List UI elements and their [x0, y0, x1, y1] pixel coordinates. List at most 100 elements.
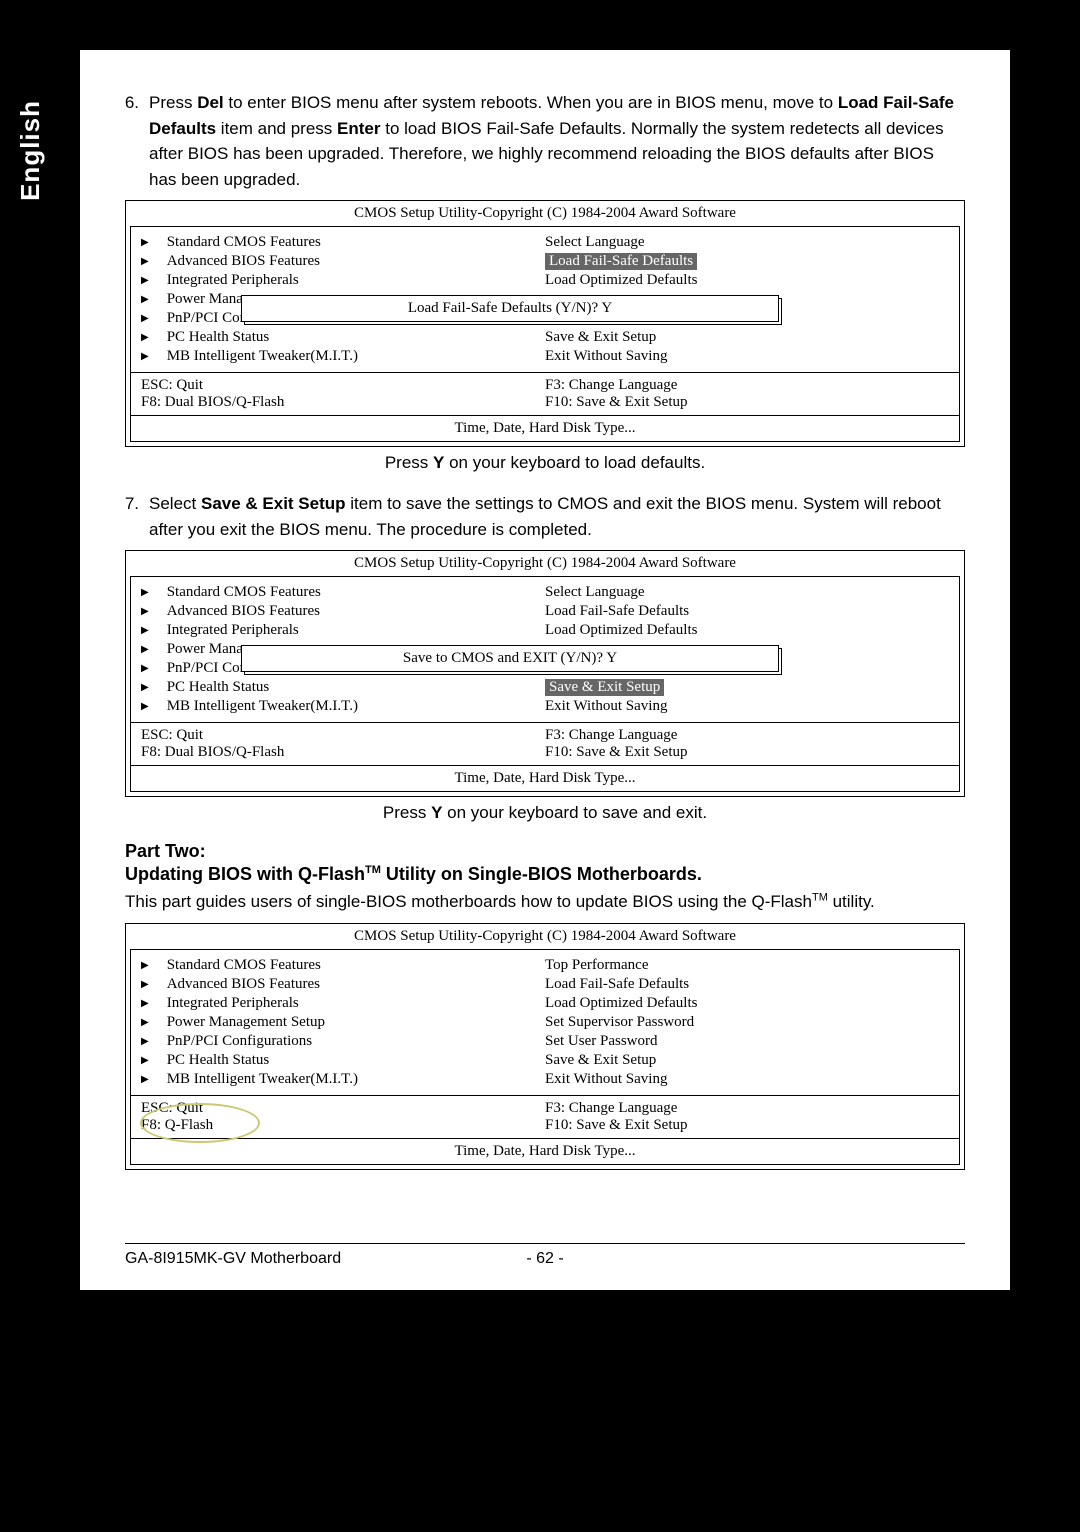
- bios-item-label: PC Health Status: [167, 329, 270, 346]
- t: utility.: [828, 892, 875, 911]
- bios-item-label: Advanced BIOS Features: [167, 603, 320, 620]
- bios-item-label: MB Intelligent Tweaker(M.I.T.): [167, 348, 358, 365]
- bios-menu-item: Set User Password: [545, 1032, 949, 1051]
- bios-menu-item: Exit Without Saving: [545, 697, 949, 716]
- bios-hint: F10: Save & Exit Setup: [545, 394, 949, 411]
- bios-item-label: Power Management Setup: [167, 1014, 325, 1031]
- bios-menu-item-selected: Load Fail-Safe Defaults: [545, 252, 949, 271]
- bios-menu-item: Exit Without Saving: [545, 1070, 949, 1089]
- footer-model: GA-8I915MK-GV Motherboard: [125, 1250, 495, 1268]
- bios-screenshot-1: CMOS Setup Utility-Copyright (C) 1984-20…: [125, 200, 965, 447]
- bios-menu-item: ▶ Integrated Peripherals: [141, 621, 545, 640]
- t: Press: [385, 453, 433, 472]
- bios-item-label: Load Optimized Defaults: [545, 622, 697, 639]
- bios-item-label: Select Language: [545, 234, 645, 251]
- bios-hint-col: ESC: QuitF8: Dual BIOS/Q-Flash: [141, 727, 545, 761]
- triangle-icon: ▶: [141, 625, 149, 636]
- page-content: 6. Press Del to enter BIOS menu after sy…: [80, 50, 1010, 1290]
- bios-item-label: Load Optimized Defaults: [545, 995, 697, 1012]
- t: on your keyboard to load defaults.: [444, 453, 705, 472]
- bios-hint: F8: Dual BIOS/Q-Flash: [141, 394, 545, 411]
- bios-menu-item: ▶ Power Management Setup: [141, 1013, 545, 1032]
- bios-screenshot-2: CMOS Setup Utility-Copyright (C) 1984-20…: [125, 550, 965, 797]
- bios-menu-item: Load Fail-Safe Defaults: [545, 602, 949, 621]
- t: Select: [149, 494, 201, 513]
- bios-hint-col: ESC: QuitF8: Q-Flash: [141, 1100, 545, 1134]
- bios-hint: ESC: Quit: [141, 727, 545, 744]
- bios-menu-item: ▶ Advanced BIOS Features: [141, 602, 545, 621]
- bios-item-label: PnP/PCI Cor: [167, 660, 245, 677]
- bios-menu-item: ▶Standard CMOS Features: [141, 583, 545, 602]
- bios-right-col: Top PerformanceLoad Fail-Safe DefaultsLo…: [545, 956, 949, 1089]
- triangle-icon: ▶: [141, 1055, 149, 1066]
- triangle-icon: ▶: [141, 1036, 149, 1047]
- bios-menu-item: Exit Without Saving: [545, 347, 949, 366]
- bios-menu-item: ▶Integrated Peripherals: [141, 994, 545, 1013]
- bios-menu-item: Load Optimized Defaults: [545, 621, 949, 640]
- bios-menu-item: ▶ PC Health Status: [141, 328, 545, 347]
- triangle-icon: ▶: [141, 1074, 149, 1085]
- bios-item-label: Load Optimized Defaults: [545, 272, 697, 289]
- bios-footer: Time, Date, Hard Disk Type...: [130, 416, 960, 442]
- triangle-icon: ▶: [141, 701, 149, 712]
- bios-hint: F8: Dual BIOS/Q-Flash: [141, 744, 545, 761]
- bios-item-label: Load Fail-Safe Defaults: [545, 603, 689, 620]
- bios-menu-item: ▶ MB Intelligent Tweaker(M.I.T.): [141, 1070, 545, 1089]
- triangle-icon: ▶: [141, 351, 149, 362]
- step-7: 7. Select Save & Exit Setup item to save…: [125, 491, 965, 542]
- bios-menu-item: Select Language: [545, 583, 949, 602]
- triangle-icon: ▶: [141, 960, 149, 971]
- t: Enter: [337, 119, 380, 138]
- bios-menu-item: Top Performance: [545, 956, 949, 975]
- t: This part guides users of single-BIOS mo…: [125, 892, 812, 911]
- t: Press: [383, 803, 431, 822]
- bios-item-label: Exit Without Saving: [545, 348, 667, 365]
- bios-item-label: Integrated Peripherals: [167, 272, 299, 289]
- step-6: 6. Press Del to enter BIOS menu after sy…: [125, 90, 965, 192]
- bios-footer: Time, Date, Hard Disk Type...: [130, 766, 960, 792]
- bios-item-label: Set Supervisor Password: [545, 1014, 694, 1031]
- bios-item-label: PnP/PCI Cor: [167, 310, 245, 327]
- bios-item-label: MB Intelligent Tweaker(M.I.T.): [167, 1071, 358, 1088]
- bios-menu-item: Save & Exit Setup: [545, 1051, 949, 1070]
- triangle-icon: ▶: [141, 1017, 149, 1028]
- part-two-heading: Part Two:: [125, 841, 965, 862]
- bios-hint: F3: Change Language: [545, 727, 949, 744]
- bios-item-label: Select Language: [545, 584, 645, 601]
- bios-body: ▶Standard CMOS Features ▶ Advanced BIOS Fe…: [130, 576, 960, 723]
- bios-item-label: Integrated Peripherals: [167, 622, 299, 639]
- bios-hints: ESC: QuitF8: Q-FlashF3: Change LanguageF…: [130, 1096, 960, 1139]
- bios-hint: F8: Q-Flash: [141, 1117, 545, 1134]
- bios-body: ▶Standard CMOS Features▶Advanced BIOS Fe…: [130, 949, 960, 1096]
- caption-1: Press Y on your keyboard to load default…: [125, 453, 965, 473]
- bios-menu-item: Set Supervisor Password: [545, 1013, 949, 1032]
- bios-menu-item: Load Fail-Safe Defaults: [545, 975, 949, 994]
- bios-menu-item: Load Optimized Defaults: [545, 994, 949, 1013]
- bios-item-label: Advanced BIOS Features: [167, 976, 320, 993]
- triangle-icon: ▶: [141, 332, 149, 343]
- bios-hint: ESC: Quit: [141, 1100, 545, 1117]
- t: Utility on Single-BIOS Motherboards.: [381, 864, 702, 884]
- step-number: 6.: [121, 90, 149, 192]
- bios-hint-col: F3: Change LanguageF10: Save & Exit Setu…: [545, 377, 949, 411]
- bios-hint-col: F3: Change LanguageF10: Save & Exit Setu…: [545, 1100, 949, 1134]
- bios-menu-item-selected: Save & Exit Setup: [545, 678, 949, 697]
- triangle-icon: ▶: [141, 606, 149, 617]
- step-number: 7.: [121, 491, 149, 542]
- caption-2: Press Y on your keyboard to save and exi…: [125, 803, 965, 823]
- page-footer: GA-8I915MK-GV Motherboard - 62 -: [125, 1243, 965, 1268]
- bios-hint: F3: Change Language: [545, 1100, 949, 1117]
- language-tab: English: [10, 90, 51, 211]
- t: Save & Exit Setup: [201, 494, 346, 513]
- bios-menu-item: ▶PnP/PCI Configurations: [141, 1032, 545, 1051]
- bios-dialog: Save to CMOS and EXIT (Y/N)? Y: [241, 645, 779, 672]
- bios-item-label: PC Health Status: [167, 679, 270, 696]
- bios-footer: Time, Date, Hard Disk Type...: [130, 1139, 960, 1165]
- footer-page-number: - 62 -: [495, 1250, 595, 1268]
- bios-item-label: Exit Without Saving: [545, 1071, 667, 1088]
- t: Y: [433, 453, 444, 472]
- bios-title: CMOS Setup Utility-Copyright (C) 1984-20…: [126, 924, 964, 949]
- bios-hints: ESC: QuitF8: Dual BIOS/Q-FlashF3: Change…: [130, 723, 960, 766]
- triangle-icon: ▶: [141, 313, 149, 324]
- bios-item-label: Integrated Peripherals: [167, 995, 299, 1012]
